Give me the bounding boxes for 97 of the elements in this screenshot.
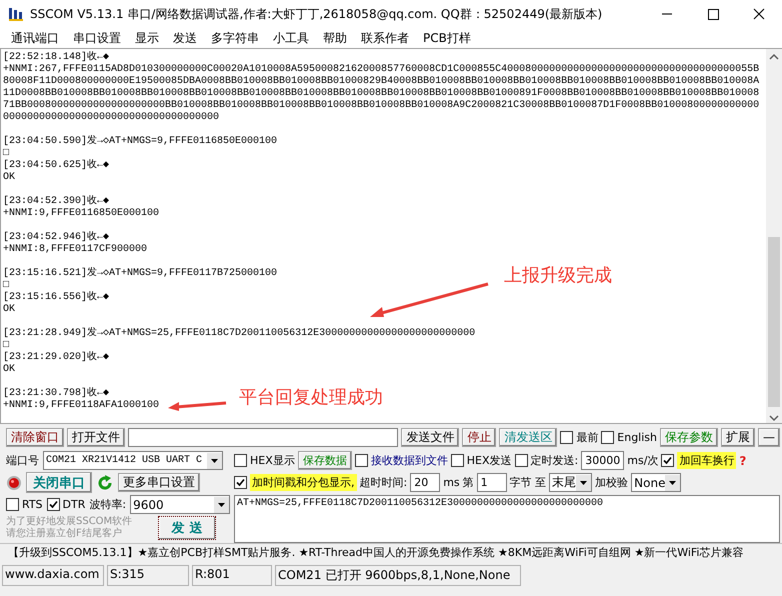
log-line: +NNMI:267,FFFE0115AD8D010300000000C00020A1010008A59500082162000857760008CD1C000855C400080000000000000000000000000000000000055B80008F11D000800000000E19500085DBA0008BB010008BB010008BB01000829B40008BB010008BB010008BB010008BB010008BB010008BB010008BB010008A11D0008BB010008BB010008BB010008BB010008BB010008BB010008BB010008BB010008BB010008BB01000891F0008BB010008BB010008BB010008BB01000871BB00080000000000000000000BB010008BB010008BB010008BB010008BB010008BB010008A9C2000821C30008BB0100087D1F0008BB01000800000000000000000000000000000000000000000000000 (3, 64, 760, 124)
promo-text: 为了更好地发展SSCOM软件 (6, 516, 134, 528)
menu-item[interactable]: 小工具 (266, 30, 316, 46)
checkbox-label[interactable]: 定时发送: (530, 453, 578, 468)
button[interactable]: 清发送区 (499, 428, 558, 446)
button[interactable]: 保存参数 (660, 428, 718, 446)
status-cell: COM21 已打开 9600bps,8,1,None,None (275, 565, 521, 586)
help-mark[interactable]: ? (739, 454, 746, 468)
checkbox-label[interactable]: 接收数据到文件 (370, 453, 448, 468)
log-line: OK (3, 364, 16, 376)
log-line: [23:21:29.020]收←◆ (3, 352, 110, 364)
checkbox[interactable] (514, 454, 528, 467)
checkbox[interactable] (601, 430, 614, 444)
checkbox-label[interactable]: HEX发送 (466, 453, 512, 468)
log-line: □ (3, 280, 10, 292)
open-close-port-button[interactable]: 关闭串口 (26, 472, 92, 493)
refresh-icon[interactable] (96, 474, 114, 492)
dropdown[interactable]: None (631, 473, 682, 492)
checkbox-label[interactable]: 加时间戳和分包显示, (250, 474, 356, 491)
menu-item[interactable]: PCB打样 (416, 30, 478, 46)
checkbox[interactable] (354, 454, 368, 467)
caret-icon (576, 474, 592, 490)
label-text: 第 (462, 475, 474, 490)
send-button[interactable]: 发 送 (158, 516, 216, 540)
caret-icon (665, 474, 680, 490)
button[interactable]: 打开文件 (67, 428, 125, 446)
button[interactable]: 清除窗口 (6, 428, 64, 446)
annotation-text: 平台回复处理成功 (239, 386, 383, 409)
dropdown[interactable]: 9600 (130, 495, 230, 514)
label-text: ms (443, 476, 460, 489)
log-line: [23:15:16.521]发→◇AT+NMGS=9,FFFE0117B725000100 (3, 268, 278, 280)
send-text-area[interactable]: AT+NMGS=25,FFFE0118C7D200110056312E30000000000000000000000000 (234, 495, 780, 543)
log-line: [23:04:52.946]收←◆ (3, 232, 110, 244)
annotation-text: 上报升级完成 (504, 264, 612, 287)
checkbox[interactable] (234, 476, 247, 489)
label-text: 端口号 (6, 453, 39, 468)
button[interactable]: 发送文件 (401, 428, 460, 446)
button[interactable]: 扩展 (721, 428, 755, 446)
caret-icon (207, 452, 222, 468)
log-line: +NNMI:8,FFFE0117CF900000 (3, 244, 148, 256)
checkbox-label[interactable]: DTR (62, 498, 86, 511)
checkbox[interactable] (450, 454, 464, 467)
checkbox[interactable] (661, 454, 674, 467)
log-line: +NNMI:9,FFFE0116850E000100 (3, 208, 160, 220)
menu-item[interactable]: 帮助 (316, 30, 354, 46)
dropdown[interactable]: 末尾 (549, 473, 592, 492)
button[interactable]: 停止 (462, 428, 496, 446)
menu-item[interactable]: 多字符串 (204, 30, 266, 46)
log-line: [23:04:52.390]收←◆ (3, 196, 110, 208)
scrollbar[interactable] (766, 49, 782, 423)
label-text: ms/次 (627, 453, 658, 468)
menu-item[interactable]: 联系作者 (354, 30, 416, 46)
caret-icon (214, 496, 229, 512)
label-text: 字节 至 (510, 475, 546, 490)
checkbox[interactable] (560, 430, 574, 444)
menu-item[interactable]: 串口设置 (66, 30, 128, 46)
log-line: [23:15:16.556]收←◆ (3, 292, 110, 304)
log-line: □ (3, 148, 10, 160)
app-icon (8, 6, 24, 22)
button[interactable]: 更多串口设置 (118, 473, 200, 492)
menu-item[interactable]: 显示 (128, 30, 166, 46)
checkbox[interactable] (46, 498, 60, 511)
button[interactable]: 保存数据 (298, 451, 352, 470)
text-field[interactable]: 1 (476, 473, 507, 492)
promo-text: 请您注册嘉立创F结尾客户 (6, 528, 123, 540)
label-text: 波特率: (89, 497, 126, 512)
checkbox-label[interactable]: HEX显示 (250, 453, 295, 468)
log-line: [23:04:50.625]收←◆ (3, 160, 110, 172)
button[interactable]: — (758, 428, 780, 446)
status-cell: R:801 (192, 565, 272, 586)
menu-item[interactable]: 发送 (166, 30, 204, 46)
text-field[interactable] (128, 428, 398, 446)
checkbox-label[interactable]: 最前 (576, 430, 598, 444)
status-cell: S:315 (107, 565, 189, 586)
log-line: [23:21:28.949]发→◇AT+NMGS=25,FFFE0118C7D200110056312E30000000000000000000000000 (3, 328, 476, 340)
log-line: OK (3, 172, 16, 184)
log-line: OK (3, 304, 16, 316)
text-field[interactable]: 20 (410, 473, 440, 492)
log-line: [22:52:18.148]收←◆ (3, 52, 110, 64)
checkbox[interactable] (234, 454, 247, 467)
checkbox-label[interactable]: English (617, 430, 657, 444)
dropdown[interactable]: COM21 XR21V1412 USB UART C (43, 451, 223, 470)
log-line: [23:21:30.798]收←◆ (3, 388, 110, 400)
checkbox[interactable] (6, 498, 19, 511)
log-line: +NNMI:9,FFFE0118AFA1000100 (3, 400, 160, 412)
label-text: 加校验 (595, 475, 628, 490)
log-line: □ (3, 340, 10, 352)
checkbox-label[interactable]: RTS (22, 498, 43, 511)
label-text: 超时时间: (360, 475, 408, 490)
window-title: SSCOM V5.13.1 串口/网络数据调试器,作者:大虾丁丁,2618058@qq.com. QQ群：52502449(最新版本) (30, 6, 604, 22)
text-field[interactable]: 30000 (581, 451, 624, 470)
menu-item[interactable]: 通讯端口 (4, 30, 66, 46)
log-line: [23:04:50.590]发→◇AT+NMGS=9,FFFE0116850E000100 (3, 136, 278, 148)
checkbox-label[interactable]: 加回车换行 (677, 452, 736, 469)
status-light-icon (6, 474, 22, 490)
ticker-text: 【升级到SSCOM5.13.1】★嘉立创PCB打样SMT贴片服务. ★RT-Thread中国人的开源免费操作系统 ★8KM远距离WiFi可自组网 ★新一代WiFi芯片兼容 (0, 543, 782, 562)
status-cell: www.daxia.com (2, 565, 104, 586)
